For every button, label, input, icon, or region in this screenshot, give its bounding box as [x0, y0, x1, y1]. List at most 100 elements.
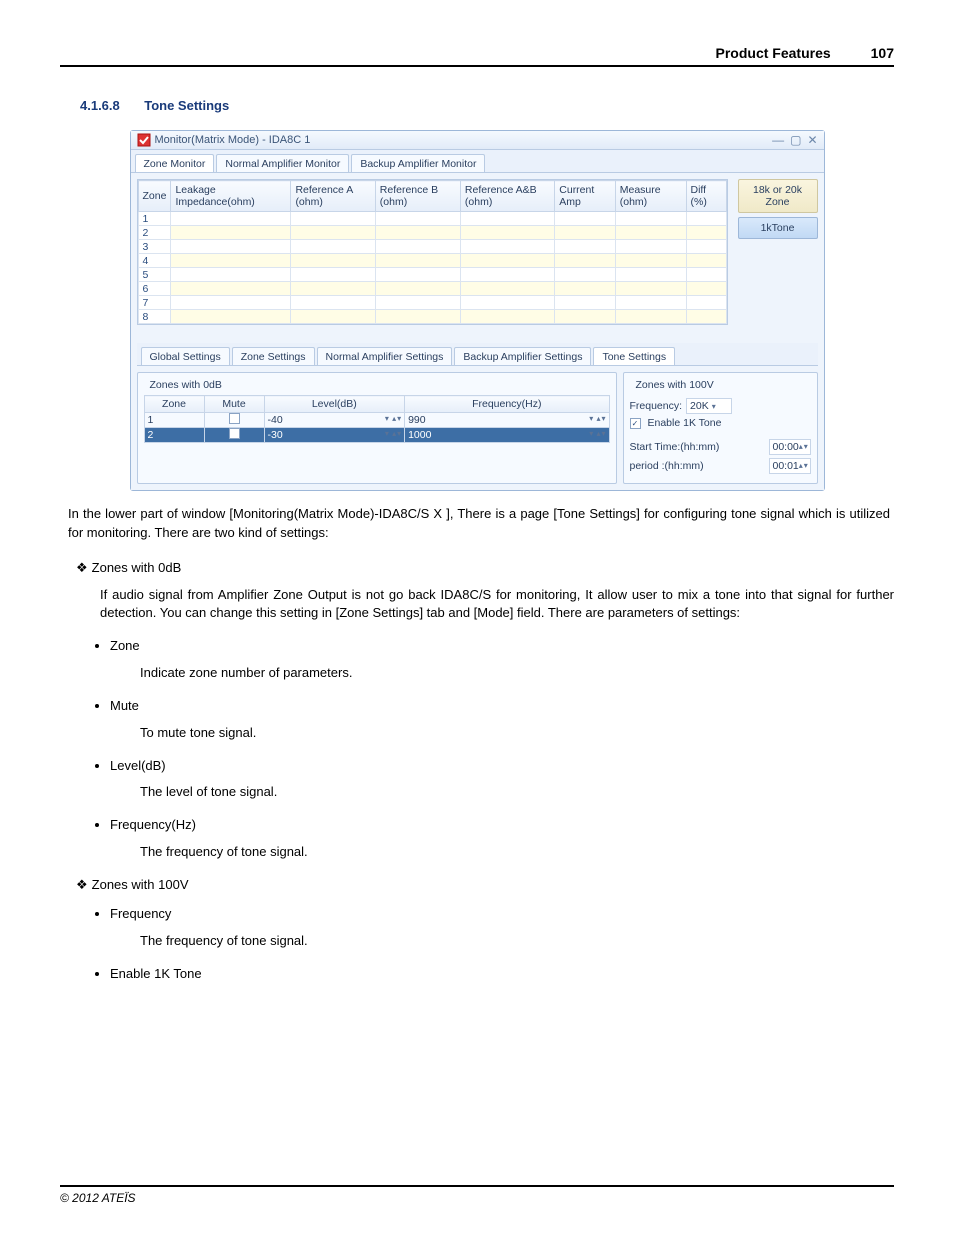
header-page-number: 107	[871, 45, 894, 61]
cell-zone: 2	[144, 428, 204, 443]
table-row[interactable]: 4	[138, 254, 726, 268]
bullet-desc: The level of tone signal.	[140, 783, 894, 802]
col-diff: Diff (%)	[686, 181, 726, 212]
bullet-item: Mute	[110, 697, 894, 716]
zone-cell: 3	[138, 240, 171, 254]
freq-dropdown[interactable]: 20K▾	[686, 398, 732, 414]
enable-1k-label: Enable 1K Tone	[648, 417, 722, 429]
table-row[interactable]: 8	[138, 310, 726, 324]
section-heading: 4.1.6.8 Tone Settings	[80, 97, 894, 115]
spinner-icon[interactable]: ▾ ▴▾	[385, 414, 401, 423]
col-ref-b: Reference B (ohm)	[375, 181, 460, 212]
zone-cell: 6	[138, 282, 171, 296]
app-icon	[137, 133, 151, 147]
section-number: 4.1.6.8	[80, 98, 120, 113]
cell-freq[interactable]: 990▾ ▴▾	[405, 413, 609, 428]
close-button[interactable]: ✕	[807, 133, 817, 147]
minimize-button[interactable]: —	[772, 133, 784, 147]
col0-mute: Mute	[204, 396, 264, 413]
bullet-desc: The frequency of tone signal.	[140, 932, 894, 951]
zone-grid: Zone Leakage Impedance(ohm) Reference A …	[138, 180, 727, 324]
table-row[interactable]: 5	[138, 268, 726, 282]
monitor-window: Monitor(Matrix Mode) - IDA8C 1 — ▢ ✕ Zon…	[130, 130, 825, 491]
table-row[interactable]: 2	[138, 226, 726, 240]
tab-global-settings[interactable]: Global Settings	[141, 347, 230, 365]
bullet-item: Level(dB)	[110, 757, 894, 776]
top-tabstrip: Zone Monitor Normal Amplifier Monitor Ba…	[131, 150, 824, 173]
zone-cell: 4	[138, 254, 171, 268]
zones-100v-heading: ❖Zones with 100V	[76, 876, 894, 895]
col-leakage: Leakage Impedance(ohm)	[171, 181, 291, 212]
spinner-icon[interactable]: ▴▾	[799, 463, 808, 469]
period-input[interactable]: 00:01▴▾	[769, 458, 811, 474]
tab-zone-settings[interactable]: Zone Settings	[232, 347, 315, 365]
bullet-desc: The frequency of tone signal.	[140, 843, 894, 862]
spinner-icon[interactable]: ▴▾	[799, 444, 808, 450]
table-row[interactable]: 6	[138, 282, 726, 296]
zone-cell: 5	[138, 268, 171, 282]
tab-backup-amp-monitor[interactable]: Backup Amplifier Monitor	[351, 154, 485, 172]
btn-18k-20k-zone[interactable]: 18k or 20k Zone	[738, 179, 818, 213]
tab-normal-amp-settings[interactable]: Normal Amplifier Settings	[317, 347, 453, 365]
period-label: period :(hh:mm)	[630, 460, 765, 472]
start-time-input[interactable]: 00:00▴▾	[769, 439, 811, 455]
zone-cell: 8	[138, 310, 171, 324]
lower-tabstrip: Global Settings Zone Settings Normal Amp…	[137, 343, 818, 366]
chevron-down-icon: ▾	[712, 402, 716, 411]
tab-zone-monitor[interactable]: Zone Monitor	[135, 154, 215, 172]
enable-1k-checkbox[interactable]: ✓	[630, 418, 641, 429]
col-current-amp: Current Amp	[555, 181, 615, 212]
col-zone: Zone	[138, 181, 171, 212]
col-ref-ab: Reference A&B (ohm)	[460, 181, 554, 212]
bullet-desc: Indicate zone number of parameters.	[140, 664, 894, 683]
cell-mute[interactable]	[204, 413, 264, 428]
bullet-item: Frequency	[110, 905, 894, 924]
col0-freq: Frequency(Hz)	[405, 396, 609, 413]
zones-0db-heading: ❖Zones with 0dB	[76, 559, 894, 578]
zone-cell: 7	[138, 296, 171, 310]
zone-cell: 1	[138, 212, 171, 226]
tab-tone-settings[interactable]: Tone Settings	[593, 347, 675, 365]
page-footer: © 2012 ATEÏS	[60, 1185, 894, 1205]
legend-zones-100v: Zones with 100V	[634, 379, 716, 391]
table-row[interactable]: 1	[138, 212, 726, 226]
bullet-desc: To mute tone signal.	[140, 724, 894, 743]
copyright: © 2012 ATEÏS	[60, 1191, 136, 1205]
legend-zones-0db: Zones with 0dB	[148, 379, 224, 391]
intro-paragraph: In the lower part of window [Monitoring(…	[60, 505, 894, 543]
zones-0db-table: Zone Mute Level(dB) Frequency(Hz) 1 -40▾ …	[144, 395, 610, 443]
window-titlebar: Monitor(Matrix Mode) - IDA8C 1 — ▢ ✕	[131, 131, 824, 150]
tab-normal-amp-monitor[interactable]: Normal Amplifier Monitor	[216, 154, 349, 172]
fieldset-zones-0db: Zones with 0dB Zone Mute Level(dB) Frequ…	[137, 372, 617, 484]
fieldset-zones-100v: Zones with 100V Frequency: 20K▾ ✓ Enable…	[623, 372, 818, 484]
bullet-item: Frequency(Hz)	[110, 816, 894, 835]
zones-0db-desc: If audio signal from Amplifier Zone Outp…	[100, 586, 894, 624]
maximize-button[interactable]: ▢	[790, 133, 801, 147]
page-header: Product Features 107	[60, 45, 894, 67]
freq-label: Frequency:	[630, 400, 683, 412]
col0-level: Level(dB)	[264, 396, 405, 413]
cell-mute[interactable]	[204, 428, 264, 443]
table-row[interactable]: 3	[138, 240, 726, 254]
spinner-icon[interactable]: ▾ ▴▾	[385, 429, 401, 438]
bullet-item: Zone	[110, 637, 894, 656]
btn-1ktone[interactable]: 1kTone	[738, 217, 818, 239]
window-controls: — ▢ ✕	[772, 133, 817, 147]
cell-level[interactable]: -30▾ ▴▾	[264, 428, 405, 443]
bullet-item: Enable 1K Tone	[110, 965, 894, 984]
spinner-icon[interactable]: ▾ ▴▾	[589, 429, 605, 438]
table-row[interactable]: 1 -40▾ ▴▾990▾ ▴▾	[144, 413, 609, 428]
cell-level[interactable]: -40▾ ▴▾	[264, 413, 405, 428]
zone-cell: 2	[138, 226, 171, 240]
col-measure: Measure (ohm)	[615, 181, 686, 212]
col0-zone: Zone	[144, 396, 204, 413]
document-body: In the lower part of window [Monitoring(…	[60, 505, 894, 983]
cell-freq[interactable]: 1000▾ ▴▾	[405, 428, 609, 443]
cell-zone: 1	[144, 413, 204, 428]
start-time-label: Start Time:(hh:mm)	[630, 441, 765, 453]
table-row[interactable]: 7	[138, 296, 726, 310]
spinner-icon[interactable]: ▾ ▴▾	[589, 414, 605, 423]
tab-backup-amp-settings[interactable]: Backup Amplifier Settings	[454, 347, 591, 365]
window-title: Monitor(Matrix Mode) - IDA8C 1	[155, 134, 773, 146]
table-row[interactable]: 2 -30▾ ▴▾1000▾ ▴▾	[144, 428, 609, 443]
